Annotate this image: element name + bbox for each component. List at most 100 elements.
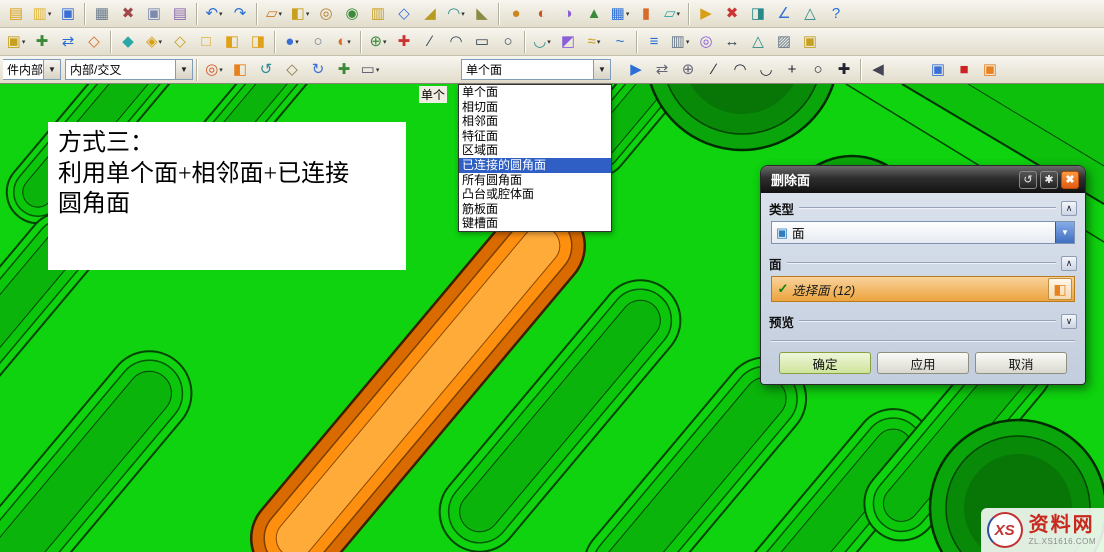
dropdown-item[interactable]: 相邻面 <box>459 114 611 129</box>
offset-surface-icon[interactable]: ◩ ▾ <box>555 30 581 54</box>
line-icon[interactable]: ∕ ▾ <box>417 30 443 54</box>
lasso-select-icon[interactable]: ▭ ▾ <box>357 58 383 82</box>
measure-angle-icon[interactable]: ∠ ▾ <box>771 2 797 26</box>
dropdown-caret-icon[interactable]: ▾ <box>686 38 690 46</box>
selection-filter-combo[interactable]: 内部/交叉 ▼ <box>65 59 193 80</box>
hole-face-top[interactable] <box>646 84 838 152</box>
layered-cubes-icon[interactable]: ▣ ▾ <box>925 58 951 82</box>
dropdown-item[interactable]: 所有圆角面 <box>459 173 611 188</box>
help-icon[interactable]: ? ▾ <box>823 2 849 26</box>
trim-body-icon[interactable]: ▲ ▾ <box>581 2 607 26</box>
dropdown-item[interactable]: 已连接的圆角面 <box>459 157 611 173</box>
plus-tool-icon[interactable]: ✚ ▾ <box>831 58 857 82</box>
wireframe-style-icon[interactable]: ○ ▾ <box>305 30 331 54</box>
face-rule-dropdown[interactable]: 单个面 相切面 相邻面 特征面 区域面 已连接的圆角面 所有圆角面 凸台或腔体面 筋板面 键槽面 <box>458 84 612 232</box>
dropdown-caret-icon[interactable]: ▾ <box>547 38 551 46</box>
circle-tool-icon[interactable]: ○ ▾ <box>805 58 831 82</box>
chamfer-icon[interactable]: ◣ ▾ <box>469 2 495 26</box>
side-view-icon[interactable]: ◧ ▾ <box>219 30 245 54</box>
show-solid-icon[interactable]: ◇ ▾ <box>279 58 305 82</box>
snap-point-icon[interactable]: ⊕ ▾ <box>365 30 391 54</box>
shaded-style-icon[interactable]: ● ▾ <box>279 30 305 54</box>
chevron-down-icon[interactable]: ▼ <box>593 60 610 79</box>
window-icon[interactable]: ▣ ▾ <box>797 30 823 54</box>
rib-icon[interactable]: ▥ ▾ <box>365 2 391 26</box>
edge-blend-icon[interactable]: ◠ ▾ <box>443 2 469 26</box>
shell-icon[interactable]: ◇ ▾ <box>391 2 417 26</box>
line-tool-icon[interactable]: ∕ ▾ <box>701 58 727 82</box>
paste-icon[interactable]: ▤ ▾ <box>167 2 193 26</box>
undo-icon[interactable]: ↶ ▾ <box>201 2 227 26</box>
dropdown-caret-icon[interactable]: ▾ <box>159 38 163 46</box>
view-orient-icon[interactable]: ◈ ▾ <box>141 30 167 54</box>
assembly-constraints-icon[interactable]: ◇ ▾ <box>81 30 107 54</box>
chevron-down-icon[interactable]: ▼ <box>1055 222 1074 243</box>
dropdown-item[interactable]: 特征面 <box>459 129 611 144</box>
add-component-icon[interactable]: ✚ ▾ <box>29 30 55 54</box>
assembly-icon[interactable]: ▣ ▾ <box>3 30 29 54</box>
trimetric-view-icon[interactable]: ◇ ▾ <box>167 30 193 54</box>
close-icon[interactable]: ✖ <box>1061 170 1079 189</box>
redo-icon[interactable]: ↷ ▾ <box>227 2 253 26</box>
subtract-icon[interactable]: ◐ ▾ <box>529 2 555 26</box>
print-icon[interactable]: ▦ ▾ <box>89 2 115 26</box>
top-view-icon[interactable]: ◨ ▾ <box>245 30 271 54</box>
through-curves-icon[interactable]: ≈ ▾ <box>581 30 607 54</box>
selection-scope-combo[interactable]: 件内部 ▼ <box>3 59 61 80</box>
pattern-feature-icon[interactable]: ▦ ▾ <box>607 2 633 26</box>
dropdown-caret-icon[interactable]: ▾ <box>376 66 380 74</box>
cancel-button[interactable]: 取消 <box>975 352 1067 374</box>
cut-icon[interactable]: ✖ ▾ <box>115 2 141 26</box>
point-tool-icon[interactable]: + ▾ <box>779 58 805 82</box>
move-face-icon[interactable]: ▶ ▾ <box>693 2 719 26</box>
dropdown-caret-icon[interactable]: ▾ <box>22 38 26 46</box>
solid-red-cube-icon[interactable]: ■ ▾ <box>951 58 977 82</box>
type-combo[interactable]: ▣ 面 ▼ <box>771 221 1075 244</box>
analysis-icon[interactable]: △ ▾ <box>797 2 823 26</box>
open-file-icon[interactable]: ▥ ▾ <box>29 2 55 26</box>
sketch-icon[interactable]: ▱ ▾ <box>261 2 287 26</box>
dropdown-item[interactable]: 筋板面 <box>459 202 611 217</box>
highlight-cube-icon[interactable]: ◧ ▾ <box>227 58 253 82</box>
dropdown-caret-icon[interactable]: ▾ <box>347 38 351 46</box>
save-icon[interactable]: ▣ ▾ <box>55 2 81 26</box>
find-face-icon[interactable]: ▶ ▾ <box>623 58 649 82</box>
orange-box-icon[interactable]: ▣ ▾ <box>977 58 1003 82</box>
dropdown-item[interactable]: 键槽面 <box>459 216 611 231</box>
collapse-chevron-icon[interactable]: ∧ <box>1061 255 1077 271</box>
expand-chevron-icon[interactable]: ∨ <box>1061 313 1077 329</box>
extrude-icon[interactable]: ◧ ▾ <box>287 2 313 26</box>
rotate-tool-icon[interactable]: ↻ ▾ <box>305 58 331 82</box>
dropdown-item[interactable]: 凸台或腔体面 <box>459 187 611 202</box>
dropdown-caret-icon[interactable]: ▾ <box>677 10 681 18</box>
blend-surface-icon[interactable]: ◡ ▾ <box>529 30 555 54</box>
swept-icon[interactable]: ~ ▾ <box>607 30 633 54</box>
point-dialog-icon[interactable]: ✚ ▾ <box>391 30 417 54</box>
section-view-icon[interactable]: ◐ ▾ <box>331 30 357 54</box>
circle-icon[interactable]: ○ ▾ <box>495 30 521 54</box>
dropdown-caret-icon[interactable]: ▾ <box>279 10 283 18</box>
apply-button[interactable]: 应用 <box>877 352 969 374</box>
hole-icon[interactable]: ◉ ▾ <box>339 2 365 26</box>
dropdown-caret-icon[interactable]: ▾ <box>295 38 299 46</box>
dropdown-caret-icon[interactable]: ▾ <box>219 66 223 74</box>
collapse-chevron-icon[interactable]: ∧ <box>1061 200 1077 216</box>
previous-view-icon[interactable]: ◀ ▾ <box>865 58 891 82</box>
datum-plane-icon[interactable]: ▱ ▾ <box>659 2 685 26</box>
delete-face-icon[interactable]: ✖ ▾ <box>719 2 745 26</box>
face-select-icon[interactable]: ◧ <box>1048 278 1072 300</box>
mirror-feature-icon[interactable]: ▮ ▾ <box>633 2 659 26</box>
arc-tool-icon[interactable]: ◠ ▾ <box>727 58 753 82</box>
unite-icon[interactable]: ● ▾ <box>503 2 529 26</box>
offset-region-icon[interactable]: ◨ ▾ <box>745 2 771 26</box>
dialog-titlebar[interactable]: 删除面 ↺ ✱ ✖ <box>761 166 1085 193</box>
draft-icon[interactable]: ◢ ▾ <box>417 2 443 26</box>
front-view-icon[interactable]: □ ▾ <box>193 30 219 54</box>
layer-settings-icon[interactable]: ≡ ▾ <box>641 30 667 54</box>
dropdown-caret-icon[interactable]: ▾ <box>626 10 630 18</box>
orbit-icon[interactable]: ⊕ ▾ <box>675 58 701 82</box>
dropdown-item[interactable]: 区域面 <box>459 143 611 158</box>
dropdown-caret-icon[interactable]: ▾ <box>461 10 465 18</box>
wave-geometry-icon[interactable]: ◆ ▾ <box>115 30 141 54</box>
deviation-analysis-icon[interactable]: △ ▾ <box>745 30 771 54</box>
